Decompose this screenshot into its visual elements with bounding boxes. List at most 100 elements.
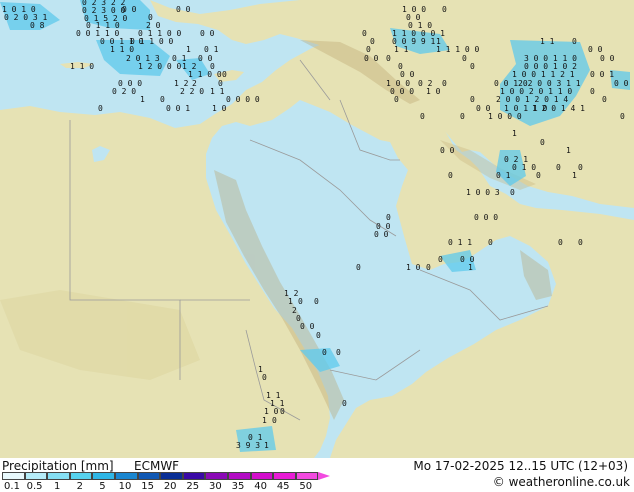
scale-tick-label: 1: [54, 481, 61, 492]
precip-value-label: 0: [160, 95, 165, 104]
brand-link[interactable]: © weatheronline.co.uk: [493, 475, 630, 489]
precip-value-label: 0: [442, 79, 447, 88]
precip-value-label: 0 2 0: [112, 87, 136, 96]
precip-value-label: 2 2 0: [180, 87, 204, 96]
scale-tick-label: 5: [99, 481, 106, 492]
precip-value-label: 0: [558, 238, 563, 247]
precip-value-label: 0: [336, 348, 341, 357]
precip-value-label: 1 1: [540, 37, 555, 46]
precip-value-label: 0 0: [440, 146, 455, 155]
scale-swatch: [47, 472, 70, 480]
precip-value-label: 0 1: [204, 45, 219, 54]
precip-value-label: 0 1 1: [448, 238, 472, 247]
precip-value-label: 0: [394, 95, 399, 104]
scale-tick-label: 30: [209, 481, 222, 492]
forecast-datetime: Mo 17-02-2025 12..15 UTC (12+03): [413, 459, 628, 473]
precip-value-label: 1: [566, 146, 571, 155]
precip-value-label: 0: [438, 255, 443, 264]
precip-value-label: 1 2 0 1 4 1: [532, 104, 585, 113]
precip-value-label: 0: [540, 138, 545, 147]
precip-value-label: 0: [262, 373, 267, 382]
precip-value-label: 0: [362, 29, 367, 38]
precip-value-label: 1: [264, 441, 269, 450]
precip-value-label: 0 0: [176, 5, 191, 14]
precip-value-label: 0: [280, 407, 285, 416]
precip-value-label: 0: [470, 62, 475, 71]
precip-value-label: 1 1: [394, 45, 409, 54]
precip-value-label: 0 0: [374, 230, 389, 239]
scale-tick-label: 20: [163, 481, 177, 492]
scale-swatch: [295, 472, 319, 480]
precip-value-label: 0 0: [122, 5, 137, 14]
precip-value-label: 1: [512, 129, 517, 138]
precip-value-label: 0: [460, 112, 465, 121]
precip-value-label: 1: [572, 171, 577, 180]
precip-value-label: 0 1 0: [512, 163, 536, 172]
scale-tick-label: 35: [231, 481, 245, 492]
precip-value-label: 0: [386, 213, 391, 222]
scale-tick-label: 45: [276, 481, 290, 492]
precip-value-label: 0: [448, 171, 453, 180]
precip-value-label: 0: [510, 188, 515, 197]
precip-value-label: 1: [468, 263, 473, 272]
precip-value-label: 1 0: [406, 263, 421, 272]
precip-value-label: 0 8: [30, 21, 45, 30]
scale-swatch: [273, 472, 296, 480]
scale-swatch: [24, 472, 48, 480]
precip-value-label: 0 0: [200, 29, 215, 38]
precip-value-label: 0: [298, 297, 303, 306]
precip-value-label: 0 0: [600, 54, 615, 63]
scale-tick-label: 40: [254, 481, 267, 492]
precip-value-label: 0: [420, 112, 425, 121]
precip-value-label: 1 1 0: [110, 45, 134, 54]
scale-swatch: [182, 472, 206, 480]
precip-value-label: 1: [140, 95, 145, 104]
precip-value-label: 1: [262, 416, 267, 425]
precip-value-label: 0: [578, 238, 583, 247]
scale-swatch: [2, 472, 25, 480]
legend-footer: Precipitation [mm] ECMWF Mo 17-02-2025 1…: [0, 458, 634, 492]
scale-tick-label: 15: [141, 481, 154, 492]
map-canvas: 1 0 1 00 2 0 3 10 80 2 3 2 20 2 3 0 00 1…: [0, 0, 634, 458]
precip-value-label: 1: [288, 297, 293, 306]
map-title: Precipitation [mm]: [2, 459, 114, 473]
precipitation-map: 1 0 1 00 2 0 3 10 80 2 3 2 20 2 3 0 00 1…: [0, 0, 634, 458]
precip-value-label: 1 1 0: [70, 62, 94, 71]
precip-value-label: 0 0: [364, 54, 379, 63]
precip-value-label: 0: [222, 70, 227, 79]
scale-swatch: [69, 472, 93, 480]
precip-value-label: 1 1 0 0: [188, 70, 222, 79]
precip-value-label: 0: [442, 5, 447, 14]
model-name: ECMWF: [134, 459, 180, 473]
scale-tick-label: 10: [118, 481, 132, 492]
precip-value-label: 0: [272, 416, 277, 425]
precip-value-label: 1 1 1 0 0: [436, 45, 480, 54]
scale-swatch: [228, 472, 251, 480]
precip-value-label: 2 0: [146, 21, 161, 30]
precip-value-label: 1 2 0 0 0: [138, 62, 182, 71]
precip-value-label: 0 1 1 0 0: [130, 37, 174, 46]
precip-value-label: 0 0: [400, 70, 415, 79]
precip-value-label: 0: [536, 171, 541, 180]
precip-value-label: 2 0 0 1 2 0 1 4: [496, 95, 568, 104]
precip-value-label: 1 0: [264, 407, 279, 416]
scale-tick-label: 50: [299, 481, 313, 492]
precip-value-label: 0: [316, 331, 321, 340]
precip-value-label: 0: [620, 112, 625, 121]
precip-value-label: 0: [366, 45, 371, 54]
scale-tick-label: 25: [186, 481, 200, 492]
precip-value-label: 0: [462, 54, 467, 63]
scale-tick-label: 0.1: [4, 481, 20, 492]
precip-value-label: 0: [426, 263, 431, 272]
precip-value-label: 0: [470, 95, 475, 104]
precip-value-label: 0: [98, 104, 103, 113]
precip-value-label: 1 1: [210, 87, 225, 96]
precip-value-label: 0 0 0: [474, 213, 498, 222]
scale-swatch: [137, 472, 161, 480]
precip-value-label: 0: [556, 163, 561, 172]
precip-value-label: 0 0 1: [166, 104, 190, 113]
precip-value-label: 0 0: [614, 79, 629, 88]
precip-value-label: 0: [572, 37, 577, 46]
scale-arrow: [318, 472, 331, 480]
scale-swatch: [92, 472, 115, 480]
